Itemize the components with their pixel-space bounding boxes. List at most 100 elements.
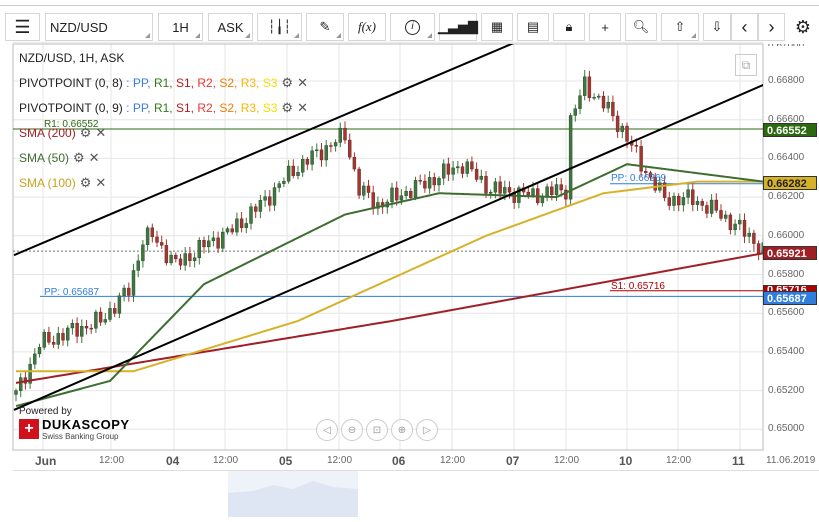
candle-body (728, 214, 733, 231)
candle-body (188, 253, 192, 262)
y-tick-label: 0.66000 (768, 229, 805, 241)
x-tick-label: 10 (619, 454, 633, 468)
candle-body (178, 258, 183, 266)
candle-body (724, 214, 728, 219)
candle-body (705, 205, 709, 214)
scroll-left-button[interactable]: ◁ (316, 419, 338, 441)
candle-body (366, 185, 371, 193)
candle-body (75, 323, 79, 337)
candle-body (587, 76, 592, 99)
pivot-level-r3: R3, (240, 101, 263, 115)
legend-pivot-8: PIVOTPOINT (0, 8) : PP, R1, S1, R2, S2, … (19, 75, 308, 91)
close-icon[interactable]: ✕ (297, 100, 308, 115)
candle-body (19, 377, 23, 391)
zoom-in-button[interactable]: ⊕ (391, 419, 413, 441)
close-icon[interactable]: ✕ (297, 75, 308, 90)
close-icon[interactable]: ✕ (89, 150, 100, 165)
pp-old-annotation: PP: 0.65687 (44, 287, 100, 298)
zoom-out-button[interactable]: ⊖ (341, 419, 363, 441)
candle-body (343, 127, 347, 141)
pivot-level-r2: R2, (197, 76, 220, 90)
candle-body (131, 270, 136, 296)
candle-body (37, 347, 42, 355)
candle-body (230, 228, 234, 233)
candle-body (639, 146, 643, 172)
candle-body (756, 243, 761, 255)
x-tick-label: 12:00 (213, 455, 239, 466)
candle-body (258, 200, 263, 212)
candle-body (89, 327, 93, 330)
candle-body (554, 184, 559, 196)
gear-icon[interactable]: ⚙ (281, 75, 293, 90)
candle-body (84, 326, 89, 329)
legend-sep: : (122, 101, 133, 115)
dukascopy-logo: Powered by + DUKASCOPY Swiss Banking Gro… (19, 406, 130, 441)
candle-body (310, 150, 314, 165)
candle-body (507, 187, 512, 193)
y-tick-label: 0.65400 (768, 345, 805, 357)
pivot-level-pp: PP, (132, 76, 154, 90)
popout-button[interactable]: ⧉ (735, 54, 757, 76)
candle-body (531, 188, 535, 196)
candle-body (56, 333, 60, 345)
candle-body (470, 161, 474, 170)
gear-icon[interactable]: ⚙ (73, 150, 85, 165)
candle-body (700, 201, 704, 206)
legend-sma100: SMA (100) ⚙ ✕ (19, 175, 106, 191)
candle-body (634, 145, 639, 147)
scroll-right-button[interactable]: ▷ (416, 419, 438, 441)
candle-body (413, 180, 418, 198)
candle-body (747, 232, 751, 237)
y-tick-label: 0.66400 (768, 152, 805, 164)
candle-body (206, 240, 211, 248)
x-tick-label: 05 (279, 454, 293, 468)
candle-body (117, 295, 122, 314)
y-tick-label: 0.66800 (768, 75, 805, 86)
candle-body (164, 245, 169, 264)
candle-body (615, 115, 620, 132)
candle-body (357, 168, 361, 196)
candle-body (681, 197, 686, 206)
candle-body (61, 333, 65, 341)
navigator[interactable] (13, 470, 819, 517)
candle-body (150, 227, 155, 238)
candle-body (225, 228, 230, 233)
candle-body (550, 186, 554, 196)
s1-annotation: S1: 0.65716 (611, 281, 665, 292)
candle-body (183, 253, 187, 266)
candle-body (155, 236, 159, 243)
powered-by: Powered by (19, 406, 72, 417)
candle-body (103, 319, 108, 323)
candle-body (484, 175, 488, 194)
candle-body (272, 187, 277, 206)
channel-lower-line (13, 83, 763, 411)
reset-zoom-button[interactable]: ⊡ (366, 419, 388, 441)
candle-body (192, 257, 197, 262)
candle-body (578, 95, 582, 109)
r1-annotation: R1: 0.66552 (44, 119, 99, 130)
gear-icon[interactable]: ⚙ (80, 175, 92, 190)
pivot-level-s1: S1, (175, 76, 198, 90)
gear-icon[interactable]: ⚙ (281, 100, 293, 115)
candle-body (221, 231, 225, 249)
x-tick-label: 12:00 (327, 455, 353, 466)
candle-body (583, 76, 587, 96)
x-tick-label: 11 (732, 454, 745, 468)
candle-body (460, 166, 465, 174)
candle-body (14, 390, 18, 395)
pivot-levels: PP, R1, S1, R2, S2, R3, S3 (133, 101, 278, 115)
y-tick-label: 0.66200 (768, 191, 805, 203)
pivot-level-s2: S2, (219, 101, 241, 115)
y-tick-label: 0.65200 (768, 384, 805, 396)
y-tick-label: 0.65000 (768, 423, 805, 435)
candle-body (319, 149, 324, 161)
close-icon[interactable]: ✕ (95, 175, 106, 190)
brand-sub: Swiss Banking Group (42, 432, 119, 441)
candle-body (418, 180, 422, 182)
candle-body (94, 311, 98, 329)
candle-body (489, 191, 493, 194)
pivot-level-r3: R3, (240, 76, 263, 90)
pivot-level-pp: PP, (132, 101, 154, 115)
candle-body (348, 139, 352, 158)
x-tick-label: 07 (506, 454, 520, 468)
